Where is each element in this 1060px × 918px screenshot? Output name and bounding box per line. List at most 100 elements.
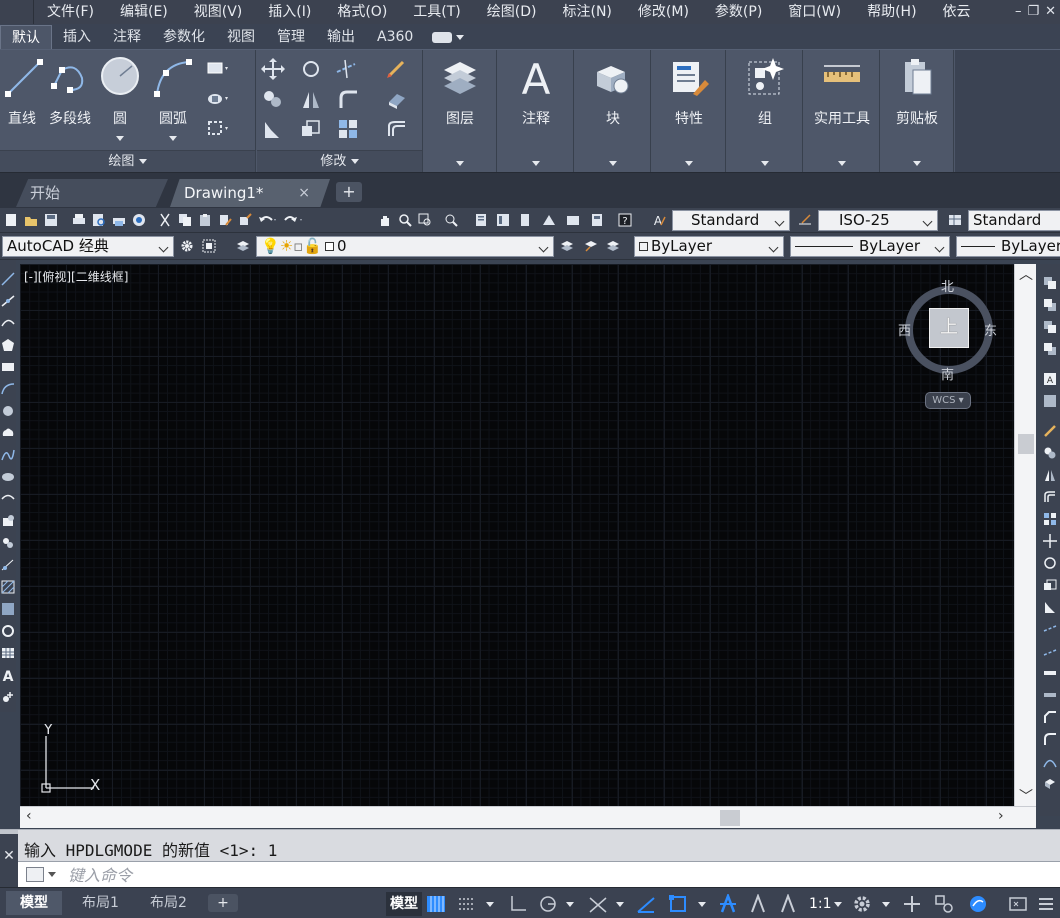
vertical-scrollbar[interactable]: ︿ ﹀ (1014, 264, 1036, 806)
menu-help[interactable]: 帮助(H) (854, 0, 929, 24)
blend-tool-icon[interactable] (1043, 754, 1057, 768)
model-space-button[interactable]: 模型 (386, 892, 422, 916)
table-style-icon[interactable] (948, 213, 962, 227)
properties-panel[interactable]: 特性 (652, 50, 726, 172)
erase-tool-icon[interactable] (1043, 424, 1057, 438)
color-select[interactable]: ByLayer (634, 236, 784, 257)
layers-button[interactable]: 图层 (434, 56, 486, 128)
draworder-above-icon[interactable] (1043, 320, 1057, 334)
lineweight-select[interactable]: ByLayer (956, 236, 1060, 257)
isodraft-icon[interactable] (588, 894, 608, 914)
region-tool-icon[interactable] (1, 624, 15, 638)
dim-style-icon[interactable] (798, 213, 812, 227)
table-style-select[interactable]: Standard (968, 210, 1060, 231)
menu-insert[interactable]: 插入(I) (255, 0, 324, 24)
auto-scale-icon[interactable] (748, 894, 768, 914)
layout-tab-layout1[interactable]: 布局1 (68, 891, 133, 915)
polyline-button[interactable]: 多段线 (44, 56, 96, 128)
paste-icon[interactable] (198, 213, 212, 227)
construction-line-icon[interactable] (1, 294, 15, 308)
block-editor-icon[interactable] (238, 213, 252, 227)
clipboard-panel[interactable]: 剪贴板 (881, 50, 954, 172)
join-tool-icon[interactable] (1043, 688, 1057, 702)
add-selected-tool-icon[interactable] (1, 690, 15, 704)
make-block-tool-icon[interactable] (1, 536, 15, 550)
hatch-tool-icon[interactable] (1, 580, 15, 594)
print-icon[interactable] (72, 213, 86, 227)
object-snap-tracking-icon[interactable] (636, 894, 656, 914)
arc-button[interactable]: 圆弧 (150, 56, 196, 144)
menu-dimension[interactable]: 标注(N) (550, 0, 625, 24)
copy-tool-icon[interactable] (1043, 446, 1057, 460)
compass-north-label[interactable]: 北 (941, 276, 954, 295)
pan-icon[interactable] (378, 213, 392, 227)
menu-draw[interactable]: 绘图(D) (474, 0, 550, 24)
menu-yiyun[interactable]: 依云 (930, 0, 984, 24)
plot-icon[interactable] (112, 213, 126, 227)
calculator-icon[interactable] (590, 213, 604, 227)
layer-select[interactable]: 💡☀▫🔓 0 (256, 236, 554, 257)
circle-button[interactable]: 圆 (98, 56, 142, 144)
compass-south-label[interactable]: 南 (941, 364, 954, 383)
array-tool-icon[interactable] (1043, 512, 1057, 526)
scale-tool-icon[interactable] (1043, 578, 1057, 592)
scroll-down-icon[interactable]: ﹀ (1019, 786, 1033, 806)
chevron-down-icon[interactable] (486, 902, 494, 907)
close-tab-icon[interactable]: × (298, 179, 310, 207)
draworder-back-icon[interactable] (1043, 298, 1057, 312)
print-preview-icon[interactable] (92, 213, 106, 227)
erase-icon[interactable] (385, 58, 409, 80)
scroll-right-icon[interactable]: › (998, 808, 1004, 824)
region-icon[interactable] (206, 118, 230, 140)
scale-icon[interactable] (299, 118, 323, 140)
annotation-visibility-icon[interactable] (718, 894, 738, 914)
point-tool-icon[interactable] (1, 558, 15, 572)
tab-home[interactable]: 默认 (0, 25, 52, 49)
explode-tool-icon[interactable] (1043, 776, 1057, 790)
menu-view[interactable]: 视图(V) (181, 0, 256, 24)
layout-tab-model[interactable]: 模型 (6, 891, 62, 915)
workspace-settings-gear-icon[interactable] (180, 239, 194, 253)
text-style-select[interactable]: Standard (672, 210, 790, 231)
chevron-down-icon[interactable] (48, 872, 56, 877)
table-tool-icon[interactable] (1, 646, 15, 660)
circle-tool-icon[interactable] (1, 404, 15, 418)
block-button[interactable]: 块 (587, 56, 639, 128)
arc-tool-icon[interactable] (1, 382, 15, 396)
annotation-scale-value[interactable]: 1:1 (809, 892, 832, 916)
layers-panel[interactable]: 图层 (424, 50, 497, 172)
mtext-tool-icon[interactable]: A (1, 668, 15, 682)
revcloud-tool-icon[interactable] (1, 426, 15, 440)
draw-panel-title[interactable]: 绘图 (0, 150, 255, 172)
dim-front-icon[interactable] (1043, 394, 1057, 408)
undo-icon[interactable] (258, 213, 280, 227)
modify-panel-title[interactable]: 修改 (257, 150, 422, 172)
copy-clip-icon[interactable] (178, 213, 192, 227)
workspace-toggle-icon[interactable] (202, 239, 216, 253)
rectangle-icon[interactable] (206, 58, 230, 80)
polygon-tool-icon[interactable] (1, 338, 15, 352)
viewport-controls-label[interactable]: [-][俯视][二维线框] (24, 268, 128, 285)
draworder-under-icon[interactable] (1043, 342, 1057, 356)
close-command-line-icon[interactable]: ✕ (0, 834, 18, 888)
chevron-down-icon[interactable] (834, 902, 842, 907)
chevron-down-icon[interactable] (616, 902, 624, 907)
design-center-icon[interactable] (496, 213, 510, 227)
layer-previous-icon[interactable] (584, 239, 598, 253)
chamfer-tool-icon[interactable] (1043, 710, 1057, 724)
help-icon[interactable]: ? (618, 213, 632, 227)
wcs-menu-button[interactable]: WCS ▾ (925, 392, 971, 409)
groups-panel[interactable]: 组 (727, 50, 803, 172)
tab-insert[interactable]: 插入 (52, 25, 102, 49)
layer-properties-icon[interactable] (236, 239, 250, 253)
group-button[interactable]: 组 (739, 56, 791, 128)
horizontal-scrollbar[interactable]: ‹ › (20, 806, 1036, 828)
menu-format[interactable]: 格式(O) (324, 0, 400, 24)
viewcube-top-face[interactable]: 上 (929, 308, 969, 348)
trim-tool-icon[interactable] (1043, 622, 1057, 636)
close-icon[interactable]: ✕ (1045, 0, 1056, 24)
array-icon[interactable] (385, 88, 409, 110)
draworder-front-icon[interactable] (1043, 276, 1057, 290)
mirror-icon[interactable] (299, 88, 323, 110)
utilities-button[interactable]: 实用工具 (806, 56, 878, 128)
